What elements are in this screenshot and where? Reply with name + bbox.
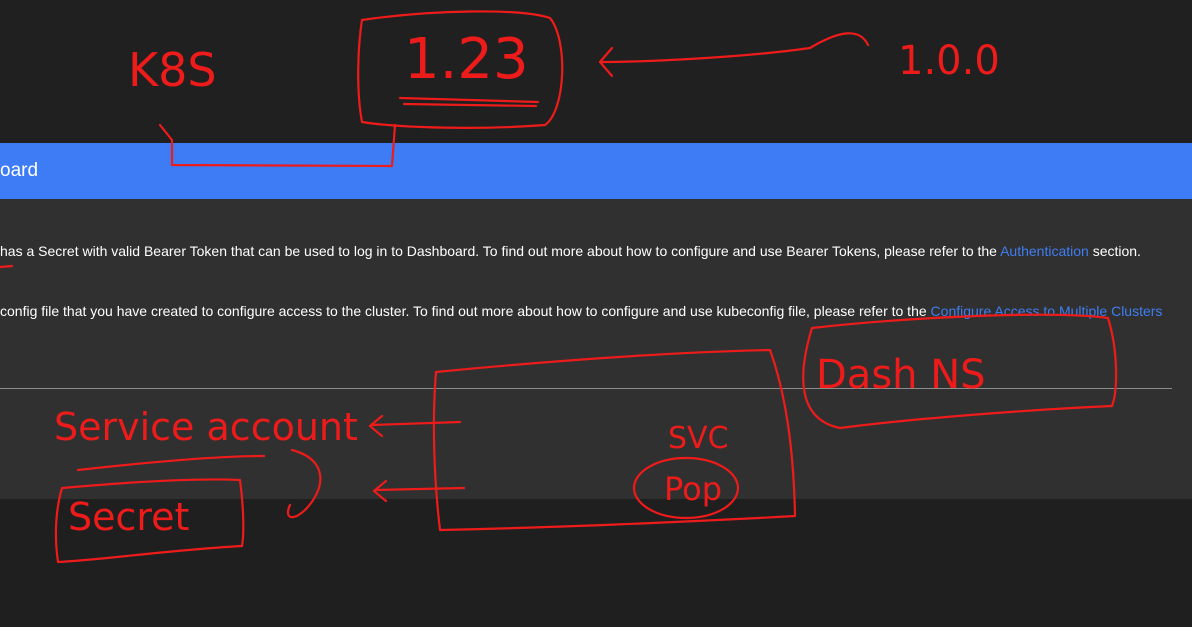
authentication-link[interactable]: Authentication bbox=[1000, 243, 1089, 259]
kubeconfig-option-description: config file that you have created to con… bbox=[0, 303, 1162, 319]
configure-access-link[interactable]: Configure Access to Multiple Clusters bbox=[931, 303, 1163, 319]
token-description-suffix: section. bbox=[1088, 243, 1141, 259]
card-divider bbox=[0, 388, 1172, 389]
top-empty-area bbox=[0, 0, 1192, 143]
kubeconfig-description-text: config file that you have created to con… bbox=[0, 303, 931, 319]
page-title: oard bbox=[0, 160, 39, 181]
dashboard-header-bar: oard bbox=[0, 143, 1192, 199]
token-option-description: has a Secret with valid Bearer Token tha… bbox=[0, 243, 1141, 259]
bottom-empty-area bbox=[0, 499, 1192, 627]
sign-in-card: has a Secret with valid Bearer Token tha… bbox=[0, 199, 1192, 499]
token-description-text: has a Secret with valid Bearer Token tha… bbox=[0, 243, 1001, 259]
screenshot-stage: oard has a Secret with valid Bearer Toke… bbox=[0, 0, 1192, 627]
